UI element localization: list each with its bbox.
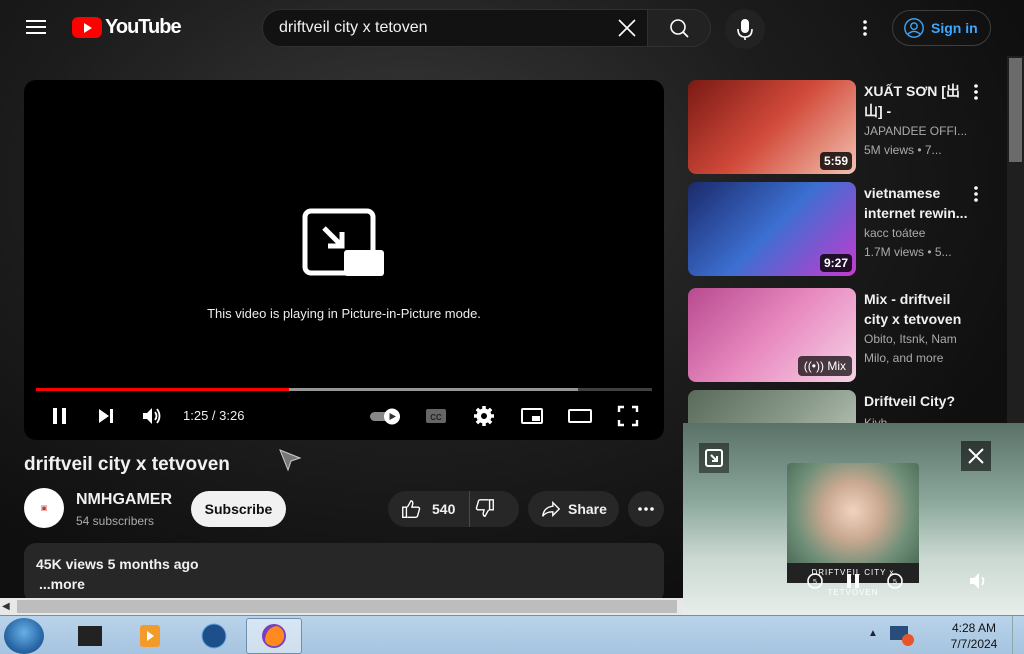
taskbar-app-firefox-icon[interactable] — [246, 618, 302, 654]
like-button[interactable]: 540 — [388, 491, 470, 527]
related-video-title[interactable]: XUẤT SƠN [出山] - JAPANDE... — [864, 81, 968, 121]
share-button[interactable]: Share — [528, 491, 619, 527]
settings-icon[interactable] — [470, 402, 498, 430]
related-video-channel: JAPANDEE OFFI... — [864, 124, 968, 138]
thumbs-up-icon — [402, 500, 421, 518]
picture-in-picture-icon — [302, 208, 388, 283]
more-horiz-icon — [638, 507, 654, 511]
related-video-meta: Milo, and more — [864, 351, 944, 365]
channel-name[interactable]: NMHGAMER — [76, 491, 172, 509]
mix-label: Mix — [827, 359, 846, 373]
time-display: 1:25 / 3:26 — [183, 408, 245, 423]
close-icon[interactable] — [615, 16, 639, 40]
show-more-link[interactable]: ...more — [39, 576, 652, 592]
tray-expand-icon[interactable]: ▲ — [868, 628, 878, 639]
mix-thumbnail[interactable]: ((•)) Mix — [688, 288, 856, 382]
pause-icon[interactable] — [46, 402, 74, 430]
related-video-meta: 5M views • 7... — [864, 143, 942, 157]
search-input[interactable] — [279, 19, 609, 37]
theater-mode-icon[interactable] — [566, 402, 594, 430]
youtube-logo[interactable]: YouTube — [72, 16, 182, 39]
tray-network-icon[interactable] — [888, 622, 916, 648]
microphone-icon[interactable] — [725, 9, 765, 49]
volume-icon[interactable] — [138, 402, 166, 430]
pause-icon[interactable] — [841, 569, 865, 593]
video-title: driftveil city x tetvoven — [24, 454, 230, 475]
related-mix[interactable]: ((•)) Mix Mix - driftveil city x tetvove… — [688, 288, 1008, 384]
progress-bar[interactable] — [36, 388, 652, 391]
captions-icon[interactable]: CC — [422, 402, 450, 430]
back-to-tab-icon[interactable] — [699, 443, 729, 473]
description-box[interactable]: 45K views 5 months ago ...more — [24, 543, 664, 603]
related-video-title[interactable]: Driftveil City? — [864, 391, 968, 411]
next-icon[interactable] — [92, 402, 120, 430]
pip-window[interactable]: DRIFTVEIL CITY x TETVOVEN 5 5 — [683, 423, 1024, 615]
start-button-icon[interactable] — [4, 618, 44, 654]
channel-avatar[interactable]: ▣ — [24, 488, 64, 528]
pip-message: This video is playing in Picture-in-Pict… — [207, 306, 481, 321]
subscriber-count: 54 subscribers — [76, 514, 155, 528]
like-count: 540 — [432, 501, 456, 517]
related-video[interactable]: 9:27 vietnamese internet rewin... kacc t… — [688, 182, 1008, 278]
account-icon — [904, 18, 924, 38]
duration-badge: 5:59 — [819, 152, 852, 170]
show-desktop-button[interactable] — [1012, 616, 1024, 654]
scroll-left-icon[interactable]: ◀ — [2, 601, 10, 612]
view-date-stats: 45K views 5 months ago — [36, 556, 199, 572]
windows-taskbar: ▲ 4:28 AM 7/7/2024 — [0, 615, 1024, 654]
related-video-title[interactable]: vietnamese internet rewin... — [864, 183, 968, 223]
related-video-title[interactable]: Mix - driftveil city x tetvoven — [864, 289, 968, 329]
more-actions-button[interactable] — [628, 491, 664, 527]
taskbar-app-terminal-icon[interactable] — [62, 618, 118, 654]
more-vert-icon[interactable] — [968, 184, 984, 204]
miniplayer-icon[interactable] — [518, 402, 546, 430]
share-label: Share — [568, 501, 607, 517]
related-video-channel: Obito, Itsnk, Nam — [864, 332, 957, 346]
svg-text:CC: CC — [430, 413, 442, 422]
related-video[interactable]: 5:59 XUẤT SƠN [出山] - JAPANDE... JAPANDEE… — [688, 80, 1008, 176]
mix-badge: ((•)) Mix — [797, 356, 852, 376]
video-thumbnail[interactable]: 5:59 — [688, 80, 856, 174]
progress-played — [36, 388, 289, 391]
clock-date: 7/7/2024 — [950, 637, 998, 651]
youtube-logo-mark — [72, 17, 102, 38]
mouse-cursor-icon — [279, 449, 302, 472]
fullscreen-icon[interactable] — [614, 402, 642, 430]
player-controls: 1:25 / 3:26 CC — [24, 400, 664, 432]
svg-text:5: 5 — [813, 579, 817, 586]
related-video-channel: kacc toátee — [864, 226, 926, 240]
search-box — [262, 9, 648, 47]
more-vert-icon[interactable] — [968, 82, 984, 102]
scrollbar-thumb[interactable] — [1009, 58, 1022, 162]
svg-text:5: 5 — [893, 579, 897, 586]
video-thumbnail[interactable]: 9:27 — [688, 182, 856, 276]
menu-icon[interactable] — [22, 16, 50, 40]
rewind-icon[interactable]: 5 — [803, 569, 827, 593]
search-button[interactable] — [647, 9, 711, 47]
clock-time: 4:28 AM — [951, 621, 997, 635]
logo-text: YouTube — [105, 16, 182, 38]
subscribe-button[interactable]: Subscribe — [191, 491, 286, 527]
system-clock[interactable]: 4:28 AM 7/7/2024 — [946, 620, 1002, 652]
horizontal-scrollbar[interactable]: ◀ — [0, 598, 684, 615]
taskbar-app-media-player-icon[interactable] — [122, 618, 178, 654]
like-dislike-group: 540 — [388, 491, 519, 527]
more-vert-icon[interactable] — [853, 16, 877, 40]
horizontal-scroll-thumb[interactable] — [17, 600, 677, 613]
close-icon[interactable] — [961, 441, 991, 471]
dislike-button[interactable] — [474, 497, 498, 521]
taskbar-app-globe-icon[interactable] — [186, 618, 242, 654]
autoplay-toggle[interactable] — [368, 402, 404, 430]
sign-in-label: Sign in — [931, 20, 978, 36]
sign-in-button[interactable]: Sign in — [892, 10, 991, 46]
avatar-logo-icon: ▣ — [40, 505, 48, 512]
forward-icon[interactable]: 5 — [883, 569, 907, 593]
video-player[interactable]: This video is playing in Picture-in-Pict… — [24, 80, 664, 440]
related-video-meta: 1.7M views • 5... — [864, 245, 952, 259]
volume-icon[interactable] — [967, 569, 991, 593]
share-icon — [542, 500, 561, 518]
duration-badge: 9:27 — [819, 254, 852, 272]
masthead: YouTube Sign in — [0, 0, 1024, 56]
thumbs-down-icon — [475, 499, 494, 517]
